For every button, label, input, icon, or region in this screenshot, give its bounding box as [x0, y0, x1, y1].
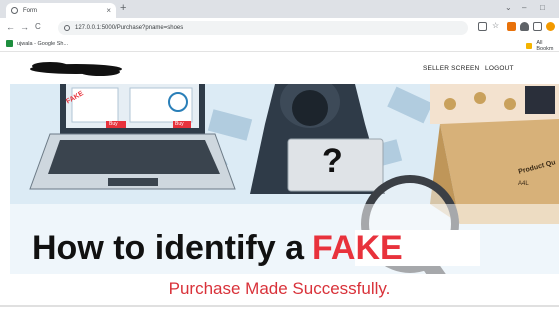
logo-redacted [30, 62, 122, 76]
puzzle-icon[interactable] [520, 22, 529, 31]
window-menu-icon[interactable]: ⌄ [505, 3, 512, 12]
address-bar[interactable]: 127.0.0.1:5000/Purchase?pname=shoes [58, 21, 468, 35]
buy-label: Buy [109, 121, 118, 127]
hero-title-prefix: How to identify a [32, 229, 304, 267]
app-navbar: SELLER SCREEN LOGOUT [0, 52, 559, 84]
new-tab-button[interactable]: + [120, 2, 126, 14]
bookmarks-bar: ujwala - Google Sh... All Bookm [0, 38, 559, 52]
reload-button[interactable]: C [35, 22, 41, 31]
buy-label: Buy [175, 121, 184, 127]
star-icon[interactable]: ☆ [492, 21, 501, 30]
sidepanel-icon[interactable] [533, 22, 542, 31]
profile-avatar[interactable] [546, 22, 555, 31]
extension-icon[interactable] [507, 22, 516, 31]
folder-icon [526, 43, 533, 49]
box-size: A4L [518, 181, 529, 187]
divider [0, 305, 559, 307]
all-bookmarks-label: All Bookm [536, 40, 554, 52]
all-bookmarks-button[interactable]: All Bookm [526, 40, 559, 52]
share-icon[interactable] [478, 22, 487, 31]
logout-link[interactable]: LOGOUT [485, 65, 514, 72]
tab-close-icon[interactable]: × [106, 6, 111, 15]
minimize-button[interactable]: – [522, 3, 526, 12]
back-button[interactable]: ← [6, 22, 15, 32]
hero-title: How to identify a FAKE [32, 229, 403, 268]
url-text: 127.0.0.1:5000/Purchase?pname=shoes [75, 25, 184, 31]
site-info-icon[interactable] [64, 25, 70, 31]
browser-tab-bar: Form × + ⌄ – □ [0, 0, 559, 18]
question-mark: ? [322, 142, 343, 180]
seller-screen-link[interactable]: SELLER SCREEN [423, 65, 479, 72]
browser-tab[interactable]: Form × [6, 3, 116, 18]
tab-title: Form [23, 7, 37, 14]
hero-title-fake: FAKE [312, 229, 403, 267]
success-message: Purchase Made Successfully. [168, 279, 391, 298]
browser-toolbar: ← → C 127.0.0.1:5000/Purchase?pname=shoe… [0, 18, 559, 38]
bookmark-label: ujwala - Google Sh... [17, 40, 69, 47]
sheets-icon [6, 40, 13, 47]
hero-banner: FAKE Buy Buy ? Product Qu A4L How to ide… [10, 84, 559, 274]
maximize-button[interactable]: □ [540, 3, 545, 12]
globe-icon [11, 7, 18, 14]
forward-button[interactable]: → [20, 22, 29, 32]
bookmark-item[interactable]: ujwala - Google Sh... [6, 40, 68, 47]
